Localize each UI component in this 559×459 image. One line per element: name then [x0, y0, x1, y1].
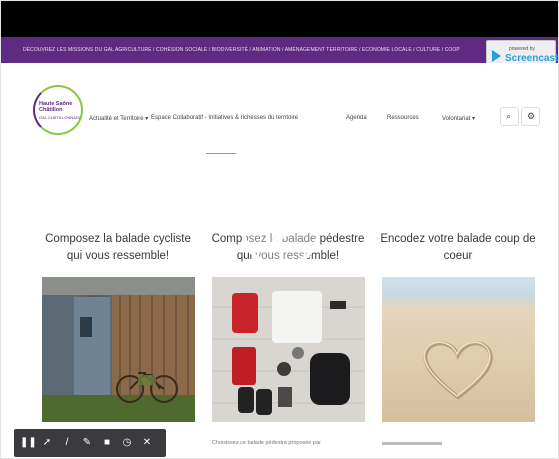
site-navigation — [1, 63, 558, 153]
nav-item-volontariat[interactable]: Volontariat ▾ — [442, 115, 475, 122]
nav-item-ressources[interactable]: Ressources — [387, 115, 419, 121]
card-description-placeholder — [382, 442, 442, 445]
camera-icon[interactable]: ■ — [100, 435, 114, 451]
screencast-powered-label: powered by — [509, 46, 535, 52]
screencast-play-icon — [492, 50, 501, 62]
pointer-icon[interactable]: ➚ — [40, 435, 54, 451]
card-image-bicycle-shed[interactable] — [42, 277, 195, 422]
pause-icon[interactable]: ❚❚ — [20, 435, 37, 451]
nav-item-agenda[interactable]: Agenda — [346, 115, 367, 121]
sand-heart-illustration — [423, 341, 493, 400]
card-image-hiking-gear[interactable] — [212, 277, 365, 422]
pen-icon[interactable]: / — [60, 435, 74, 451]
card-title-coup-de-coeur[interactable]: Encodez votre balade coup de coeur — [380, 231, 536, 265]
nav-item-espace-collaboratif[interactable]: Espace Collaboratif - Initiatives & rich… — [151, 115, 298, 121]
nav-item-actualite[interactable]: Actualité et Territoire ▾ — [89, 115, 148, 122]
missions-banner-text[interactable]: DÉCOUVREZ LES MISSIONS DU GAL AGRICULTUR… — [23, 45, 491, 55]
card-title-cycliste[interactable]: Composez la balade cycliste qui vous res… — [40, 231, 196, 265]
card-description-pedestre: Choisissez ce balade pédestre proposée p… — [212, 440, 321, 446]
card-image-sand-heart[interactable] — [382, 277, 535, 422]
recording-toolbar: ❚❚ ➚ / ✎ ■ ◷ ✕ — [14, 429, 166, 457]
logo-subtitle: GAL CHÂTILLONNAIS — [39, 115, 80, 120]
search-icon: ⌕ — [506, 111, 512, 121]
logo-title: Haute Saône Châtillon — [39, 101, 73, 113]
close-icon[interactable]: ✕ — [140, 435, 154, 451]
video-frame: DÉCOUVREZ LES MISSIONS DU GAL AGRICULTUR… — [0, 0, 559, 459]
site-logo[interactable]: Haute Saône Châtillon GAL CHÂTILLONNAIS — [33, 85, 83, 135]
gear-icon: ⚙ — [527, 111, 536, 121]
settings-button[interactable]: ⚙ — [521, 107, 540, 126]
hiking-gear-illustration — [212, 277, 365, 422]
video-top-bar — [1, 1, 558, 37]
play-icon — [273, 211, 300, 245]
highlighter-icon[interactable]: ✎ — [80, 435, 94, 451]
bicycle-shed-illustration — [42, 277, 195, 422]
timer-icon[interactable]: ◷ — [120, 435, 134, 451]
missions-banner: DÉCOUVREZ LES MISSIONS DU GAL AGRICULTUR… — [1, 37, 558, 63]
search-button[interactable]: ⌕ — [500, 107, 519, 126]
divider — [206, 153, 236, 154]
video-play-button[interactable] — [241, 188, 321, 268]
